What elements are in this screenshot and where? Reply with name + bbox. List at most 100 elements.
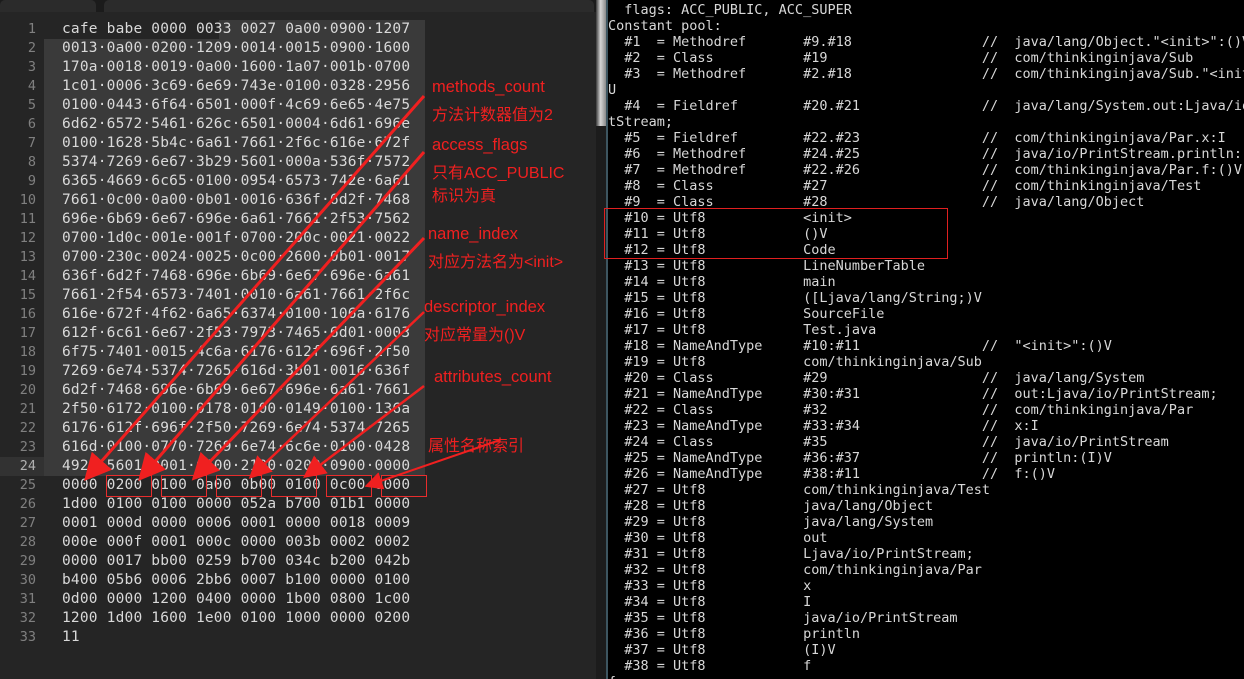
hex-line[interactable]: 6d62·6572·5461·626c·6501·0004·6d61·696e [62,115,410,134]
constant-pool-entry: #36 = Utf8 println [608,626,860,642]
hex-line[interactable]: 7661·2f54·6573·7401·0010·6a61·7661·2f6c [62,286,410,305]
constant-pool-entry: #13 = Utf8 LineNumberTable [608,258,925,274]
line-number: 27 [19,515,36,531]
constant-pool-entry: #17 = Utf8 Test.java [608,322,877,338]
line-number: 7 [27,135,36,151]
hex-line[interactable]: 616d·0100·0770·7269·6e74·6c6e·0100·0428 [62,438,410,457]
line-number: 15 [19,287,36,303]
constant-pool-entry: #4 = Fieldref #20.#21 // java/lang/Syste… [608,98,1244,114]
terminal-wrap-fragment: tStream; [608,114,674,130]
hex-line[interactable]: 616e·672f·4f62·6a65·6374·0100·106a·6176 [62,305,410,324]
hex-line[interactable]: 2f50·6172·0100·0178·0100·0149·0100·136a [62,400,410,419]
constant-pool-entry: #7 = Methodref #22.#26 // com/thinkingin… [608,162,1242,178]
hex-line[interactable]: 6365·4669·6c65·0100·0954·6573·742e·6a61 [62,172,410,191]
constant-pool-entry: #26 = NameAndType #38:#11 // f:()V [608,466,1056,482]
hex-line[interactable]: 1200 1d00 1600 1e00 0100 1000 0000 0200 [62,609,410,628]
line-number: 24 [19,458,36,474]
line-number-gutter: 1 2 3 4 5 6 7 8 9 10 11 12 13 14 15 16 17 18 19 20 21 22 23 24 2… [0,12,44,679]
hex-line[interactable]: 11 [62,628,80,647]
hex-line[interactable]: 1d00 0100 0100 0000 052a b700 01b1 0000 [62,495,410,514]
hex-line[interactable]: 696e·6b69·6e67·696e·6a61·7661·2f53·7562 [62,210,410,229]
hex-line[interactable]: 0700·230c·0024·0025·0c00·2600·0b01·0017 [62,248,410,267]
javap-terminal-pane: flags: ACC_PUBLIC, ACC_SUPER Constant poo… [596,0,1244,679]
hex-line[interactable]: 170a·0018·0019·0a00·1600·1a07·001b·0700 [62,58,410,77]
hex-line[interactable]: 7661·0c00·0a00·0b01·0016·636f·6d2f·7468 [62,191,410,210]
line-number: 1 [27,21,36,37]
hex-line[interactable]: 0000 0017 bb00 0259 b700 034c b200 042b [62,552,410,571]
terminal-scrollbar-track[interactable] [596,0,606,679]
line-number: 13 [19,249,36,265]
line-number: 25 [19,477,36,493]
hex-line[interactable]: 6d2f·7468·696e·6b69·6e67·696e·6a61·7661 [62,381,410,400]
editor-tabstrip [0,0,596,12]
hex-line[interactable]: 1c01·0006·3c69·6e69·743e·0100·0328·2956 [62,77,410,96]
line-number: 16 [19,306,36,322]
constant-pool-entry: #23 = NameAndType #33:#34 // x:I [608,418,1039,434]
constant-pool-entry: #25 = NameAndType #36:#37 // println:(I)… [608,450,1112,466]
constant-pool-entry: #11 = Utf8 ()V [608,226,828,242]
line-number: 12 [19,230,36,246]
hex-line[interactable]: 0001 000d 0000 0006 0001 0000 0018 0009 [62,514,410,533]
line-number: 28 [19,534,36,550]
hex-line[interactable]: b400 05b6 0006 2bb6 0007 b100 0000 0100 [62,571,410,590]
hex-line[interactable]: cafe babe 0000 0033 0027 0a00·0900·1207 [62,20,410,39]
constant-pool-entry: #35 = Utf8 java/io/PrintStream [608,610,958,626]
editor-tab-1[interactable] [0,0,96,12]
hex-line[interactable]: 6176·612f·696f·2f50·7269·6e74·5374·7265 [62,419,410,438]
constant-pool-entry: #20 = Class #29 // java/lang/System [608,370,1145,386]
constant-pool-entry: #37 = Utf8 (I)V [608,642,836,658]
hex-line[interactable]: 5374·7269·6e67·3b29·5601·000a·536f·7572 [62,153,410,172]
editor-tab-2[interactable] [104,0,594,12]
terminal-scrollbar-thumb[interactable] [596,0,606,126]
line-number: 11 [19,211,36,227]
line-number: 2 [27,40,36,56]
line-number: 29 [19,553,36,569]
line-number: 22 [19,420,36,436]
constant-pool-entry: #21 = NameAndType #30:#31 // out:Ljava/i… [608,386,1218,402]
constant-pool-entry: #29 = Utf8 java/lang/System [608,514,934,530]
constant-pool-entry: #18 = NameAndType #10:#11 // "<init>":()… [608,338,1112,354]
constant-pool-entry: #8 = Class #27 // com/thinkinginjava/Tes… [608,178,1202,194]
hex-line[interactable]: 0000 0200 0100 0a00 0b00 0100 0c00 0000 [62,476,410,495]
hex-line[interactable]: 612f·6c61·6e67·2f53·7973·7465·6d01·0003 [62,324,410,343]
constant-pool-entry: #22 = Class #32 // com/thinkinginjava/Pa… [608,402,1194,418]
hex-line[interactable]: 0d00 0000 1200 0400 0000 1b00 0800 1c00 [62,590,410,609]
hex-line[interactable]: 000e 000f 0001 000c 0000 003b 0002 0002 [62,533,410,552]
constant-pool-entry: #30 = Utf8 out [608,530,828,546]
constant-pool-entry: #31 = Utf8 Ljava/io/PrintStream; [608,546,974,562]
line-number: 30 [19,572,36,588]
constant-pool-entry: #27 = Utf8 com/thinkinginjava/Test [608,482,991,498]
terminal-wrap-fragment: U [608,82,617,98]
line-number: 23 [19,439,36,455]
constant-pool-entry: #1 = Methodref #9.#18 // java/lang/Objec… [608,34,1244,50]
line-number: 8 [27,154,36,170]
constant-pool-entry: #34 = Utf8 I [608,594,812,610]
hex-line[interactable]: 0100·1628·5b4c·6a61·7661·2f6c·616e·672f [62,134,410,153]
hex-line[interactable]: 0700·1d0c·001e·001f·0700·200c·0021·0022 [62,229,410,248]
hex-line[interactable]: 636f·6d2f·7468·696e·6b69·6e67·696e·6a61 [62,267,410,286]
constant-pool-entry: #33 = Utf8 x [608,578,812,594]
terminal-constant-pool-header: Constant pool: [608,18,722,34]
hex-line[interactable]: 4929·5601·0001·6600·2100·0200·0900·0000 [62,457,410,476]
line-number: 10 [19,192,36,208]
hex-line[interactable]: 0100·0443·6f64·6501·000f·4c69·6e65·4e75 [62,96,410,115]
hex-line[interactable]: 7269·6e74·5374·7265·616d·3b01·0016·636f [62,362,410,381]
hex-code-area[interactable]: cafe babe 0000 0033 0027 0a00·0900·1207 0… [44,12,596,679]
hex-line[interactable]: 6f75·7401·0015·4c6a·6176·612f·696f·2f50 [62,343,410,362]
constant-pool-entry: #5 = Fieldref #22.#23 // com/thinkinginj… [608,130,1226,146]
constant-pool-entry: #12 = Utf8 Code [608,242,836,258]
terminal-text-area[interactable]: flags: ACC_PUBLIC, ACC_SUPER Constant poo… [608,0,1244,679]
line-number: 32 [19,610,36,626]
line-number: 9 [27,173,36,189]
constant-pool-entry: #19 = Utf8 com/thinkinginjava/Sub [608,354,982,370]
constant-pool-entry: #6 = Methodref #24.#25 // java/io/PrintS… [608,146,1244,162]
hex-line[interactable]: 0013·0a00·0200·1209·0014·0015·0900·1600 [62,39,410,58]
hex-dump-editor-pane: 1 2 3 4 5 6 7 8 9 10 11 12 13 14 15 16 17 18 19 20 21 22 23 24 2… [0,0,596,679]
line-number: 20 [19,382,36,398]
screenshot-root: 1 2 3 4 5 6 7 8 9 10 11 12 13 14 15 16 17 18 19 20 21 22 23 24 2… [0,0,1244,679]
constant-pool-entry: #10 = Utf8 <init> [608,210,852,226]
line-number: 19 [19,363,36,379]
line-number: 18 [19,344,36,360]
line-number: 6 [27,116,36,132]
hex-editor-surface[interactable]: 1 2 3 4 5 6 7 8 9 10 11 12 13 14 15 16 17 18 19 20 21 22 23 24 2… [0,12,596,679]
